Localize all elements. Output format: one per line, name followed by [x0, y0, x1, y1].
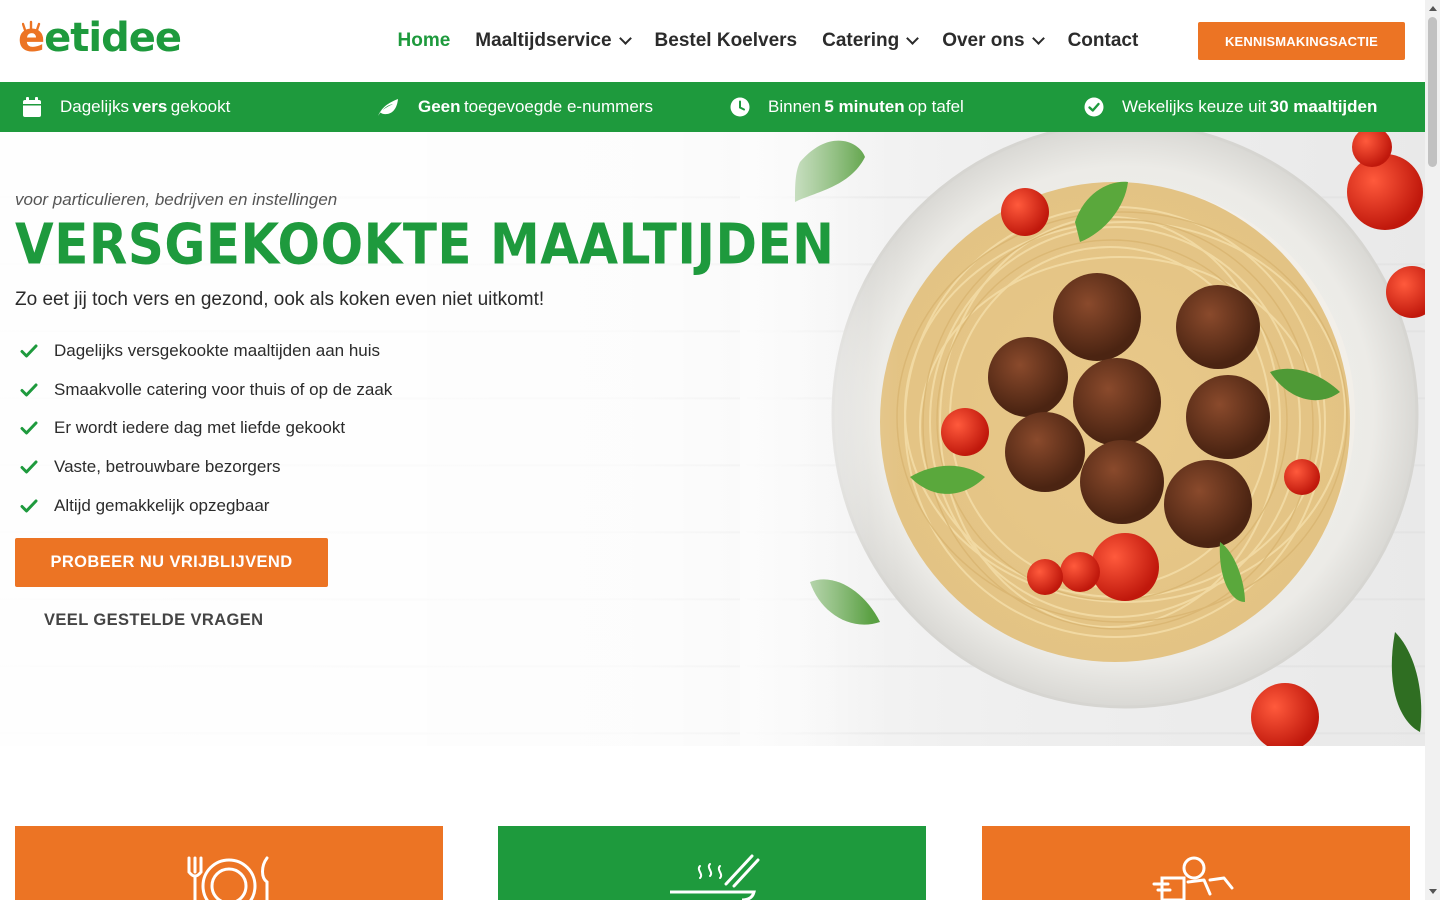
chevron-down-icon: [1031, 32, 1045, 45]
usp-text-post: op tafel: [908, 97, 964, 116]
site-logo[interactable]: e etidee: [18, 15, 182, 61]
list-item: Dagelijks versgekookte maaltijden aan hu…: [20, 332, 392, 371]
site-header: e etidee Home Maaltijdservice Bestel Koel…: [0, 0, 1425, 82]
list-item: Altijd gemakkelijk opzegbaar: [20, 486, 392, 525]
faq-button[interactable]: VEEL GESTELDE VRAGEN: [44, 611, 264, 630]
usp-text-bold: Geen: [418, 97, 461, 116]
list-item: Smaakvolle catering voor thuis of op de …: [20, 371, 392, 410]
check-icon: [20, 460, 38, 474]
nav-contact[interactable]: Contact: [1055, 30, 1151, 52]
checklist-text: Dagelijks versgekookte maaltijden aan hu…: [54, 341, 381, 361]
usp-item-minuten: Binnen 5 minuten op tafel: [730, 82, 964, 132]
logo-steam-icon: [22, 20, 41, 32]
check-icon: [20, 383, 38, 397]
leaf-icon: [378, 99, 398, 116]
hero-section: voor particulieren, bedrijven en instell…: [0, 132, 1425, 746]
usp-text-pre: Wekelijks keuze uit: [1122, 97, 1267, 116]
scroll-down-arrow-icon[interactable]: [1429, 889, 1437, 894]
usp-bar: Dagelijks vers gekookt Geen toegevoegde …: [0, 82, 1425, 132]
chevron-down-icon: [618, 32, 632, 45]
nav-catering[interactable]: Catering: [810, 30, 930, 52]
check-circle-icon: [1084, 97, 1104, 117]
probeer-nu-button[interactable]: PROBEER NU VRIJBLIJVEND: [15, 538, 328, 587]
checklist-text: Er wordt iedere dag met liefde gekookt: [54, 418, 346, 438]
feature-card-bezorging[interactable]: [982, 826, 1410, 900]
hero-title: VERSGEKOOKTE MAALTIJDEN: [15, 212, 835, 277]
nav-maaltijdservice-label: Maaltijdservice: [475, 30, 612, 51]
hero-subtitle: Zo eet jij toch vers en gezond, ook als …: [15, 289, 545, 310]
chevron-down-icon: [906, 32, 920, 45]
soup-bowl-icon: [670, 854, 760, 900]
hero-checklist: Dagelijks versgekookte maaltijden aan hu…: [20, 332, 392, 525]
nav-home-label: Home: [397, 30, 451, 51]
usp-item-e-nummers: Geen toegevoegde e-nummers: [376, 82, 653, 132]
kennismakingsactie-button[interactable]: KENNISMAKINGSACTIE: [1198, 22, 1405, 60]
nav-home[interactable]: Home: [385, 30, 463, 52]
list-item: Vaste, betrouwbare bezorgers: [20, 448, 392, 487]
logo-text: etidee: [44, 15, 182, 61]
scroll-up-arrow-icon[interactable]: [1429, 6, 1437, 11]
nav-bestel-koelvers-label: Bestel Koelvers: [654, 30, 798, 51]
usp-text-post: gekookt: [170, 97, 231, 116]
calendar-icon: [23, 97, 41, 117]
usp-text-post: toegevoegde e-nummers: [463, 97, 653, 116]
hero-eyebrow: voor particulieren, bedrijven en instell…: [15, 190, 338, 209]
nav-maaltijdservice[interactable]: Maaltijdservice: [463, 30, 642, 52]
plate-cutlery-icon: [187, 856, 269, 900]
usp-text-bold: 5 minuten: [824, 97, 905, 116]
check-icon: [20, 421, 38, 435]
checklist-text: Smaakvolle catering voor thuis of op de …: [54, 379, 393, 399]
check-icon: [20, 344, 38, 358]
delivery-scooter-icon: [1152, 856, 1234, 900]
usp-item-maaltijden: Wekelijks keuze uit 30 maaltijden: [1084, 82, 1377, 132]
clock-icon: [730, 97, 750, 117]
check-icon: [20, 499, 38, 513]
checklist-text: Vaste, betrouwbare bezorgers: [54, 457, 281, 477]
nav-over-ons-label: Over ons: [942, 30, 1025, 51]
nav-contact-label: Contact: [1067, 30, 1139, 51]
main-nav: Home Maaltijdservice Bestel Koelvers Cat…: [385, 0, 1151, 82]
usp-text-pre: Dagelijks: [60, 97, 129, 116]
usp-item-vers: Dagelijks vers gekookt: [22, 82, 230, 132]
scroll-thumb[interactable]: [1428, 17, 1437, 167]
page-scrollbar[interactable]: [1425, 0, 1440, 900]
nav-bestel-koelvers[interactable]: Bestel Koelvers: [642, 30, 810, 52]
feature-card-catering[interactable]: [498, 826, 926, 900]
checklist-text: Altijd gemakkelijk opzegbaar: [54, 495, 270, 515]
nav-over-ons[interactable]: Over ons: [930, 30, 1055, 52]
feature-card-maaltijden[interactable]: [15, 826, 443, 900]
usp-text-bold: 30 maaltijden: [1269, 97, 1378, 116]
usp-text-bold: vers: [132, 97, 168, 116]
nav-catering-label: Catering: [822, 30, 900, 51]
usp-text-pre: Binnen: [768, 97, 821, 116]
list-item: Er wordt iedere dag met liefde gekookt: [20, 409, 392, 448]
